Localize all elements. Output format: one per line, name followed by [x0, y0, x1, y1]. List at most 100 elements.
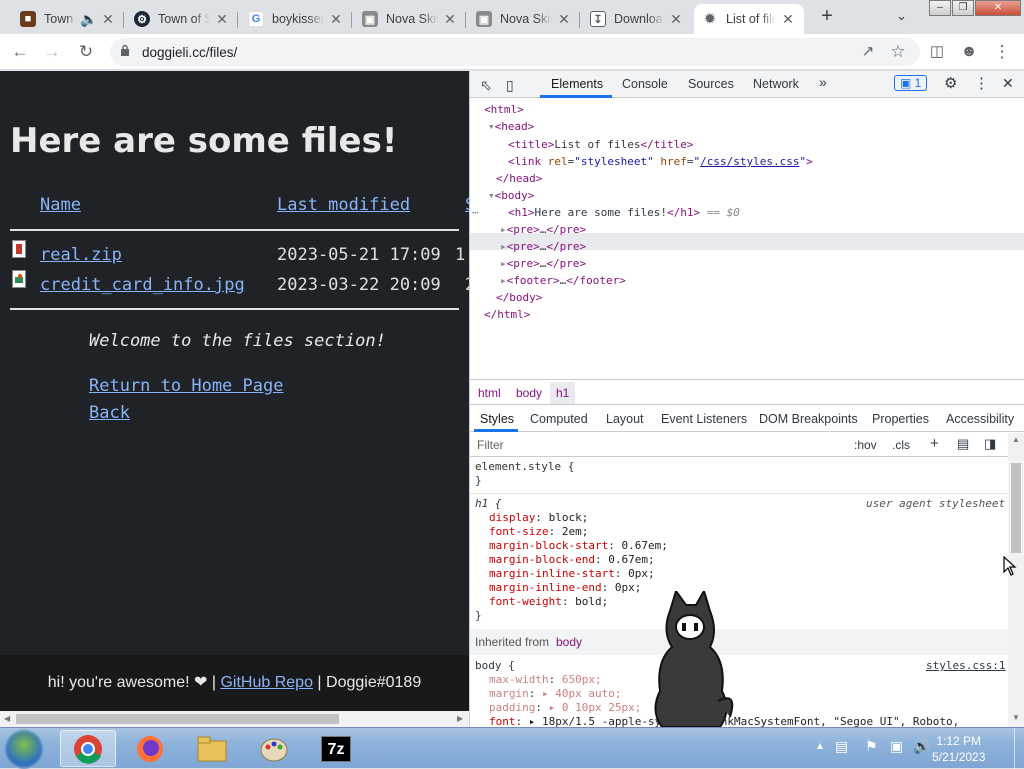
action-center-flag-icon[interactable]: ⚑: [865, 738, 878, 755]
file-link-credit-card-info[interactable]: credit_card_info.jpg: [40, 275, 245, 295]
dom-node[interactable]: <link rel="stylesheet" href="/css/styles…: [508, 153, 813, 170]
chrome-taskbar-icon[interactable]: [60, 730, 116, 767]
settings-gear-icon[interactable]: ⚙: [944, 74, 957, 92]
scroll-down-icon[interactable]: ▼: [1012, 713, 1020, 722]
issues-badge[interactable]: ▣ 1: [894, 75, 928, 91]
dom-node[interactable]: ▸<footer>…</footer>: [500, 272, 626, 289]
css-property[interactable]: margin-inline-start: 0px;: [489, 567, 655, 581]
firefox-taskbar-icon[interactable]: [122, 730, 178, 767]
close-tab-icon[interactable]: ✕: [668, 11, 684, 28]
show-desktop-button[interactable]: [1014, 728, 1024, 769]
dom-node[interactable]: ▸<pre>…</pre>: [500, 238, 586, 255]
address-bar[interactable]: doggieli.cc/files/: [110, 38, 920, 66]
github-repo-link[interactable]: GitHub Repo: [220, 674, 313, 691]
css-property[interactable]: margin: ▸ 40px auto;: [489, 687, 621, 701]
close-tab-icon[interactable]: ✕: [556, 11, 572, 28]
reload-icon[interactable]: ↻: [74, 40, 98, 64]
devtools-menu-icon[interactable]: ⋮: [974, 74, 989, 92]
profile-avatar-icon[interactable]: ☻: [957, 40, 981, 64]
7zip-taskbar-icon[interactable]: 7z: [308, 730, 364, 767]
monitor-tray-icon[interactable]: ▣: [890, 738, 903, 755]
close-devtools-icon[interactable]: ✕: [1002, 75, 1014, 92]
css-property[interactable]: margin-block-end: 0.67em;: [489, 553, 655, 567]
dom-node[interactable]: ▾<body>: [488, 187, 534, 204]
tab-sources[interactable]: Sources: [688, 77, 734, 91]
name-column-link[interactable]: Name: [40, 195, 81, 215]
close-tab-icon[interactable]: ✕: [214, 11, 230, 28]
stylesheet-link[interactable]: /css/styles.css: [700, 155, 799, 168]
breadcrumb-body[interactable]: body: [516, 386, 542, 400]
close-window-button[interactable]: ✕: [975, 0, 1021, 16]
back-link[interactable]: Back: [89, 403, 130, 423]
close-tab-icon[interactable]: ✕: [442, 11, 458, 28]
filter-input[interactable]: Filter: [477, 438, 504, 452]
new-tab-button[interactable]: +: [816, 6, 838, 28]
subtab-properties[interactable]: Properties: [872, 412, 929, 426]
return-home-link[interactable]: Return to Home Page: [89, 376, 283, 396]
new-style-rule-icon[interactable]: +: [930, 435, 939, 452]
speaker-icon[interactable]: 🔈: [80, 11, 97, 28]
dom-node[interactable]: </body>: [496, 289, 542, 306]
tab-boykisser[interactable]: G boykisser ✕: [240, 4, 352, 34]
body-selector[interactable]: body {: [475, 659, 515, 673]
cls-button[interactable]: .cls: [892, 438, 910, 452]
css-property[interactable]: padding: ▸ 0 10px 25px;: [489, 701, 641, 715]
tab-town-of-salem-2[interactable]: ⚙ Town of Salem 2 ✕: [126, 4, 238, 34]
dom-node[interactable]: </head>: [496, 170, 542, 187]
subtab-event-listeners[interactable]: Event Listeners: [661, 412, 747, 426]
scroll-right-icon[interactable]: ▶: [457, 714, 463, 723]
bookmark-star-icon[interactable]: ☆: [886, 40, 910, 64]
start-button[interactable]: [4, 729, 44, 769]
dom-node[interactable]: ▸<pre>…</pre>: [500, 221, 586, 238]
tab-elements[interactable]: Elements: [551, 77, 603, 91]
tab-search-icon[interactable]: ⌄: [896, 8, 907, 24]
minimize-button[interactable]: –: [929, 0, 951, 16]
hov-button[interactable]: :hov: [854, 438, 877, 452]
breadcrumb-h1[interactable]: h1: [550, 382, 576, 404]
share-icon[interactable]: ↗: [856, 40, 880, 64]
restore-button[interactable]: ❐: [952, 0, 974, 16]
file-explorer-taskbar-icon[interactable]: [184, 730, 240, 767]
subtab-accessibility[interactable]: Accessibility: [946, 412, 1014, 426]
paint-taskbar-icon[interactable]: [246, 730, 302, 767]
volume-icon[interactable]: 🔊: [913, 738, 930, 755]
dom-node[interactable]: ▸<pre>…</pre>: [500, 255, 586, 272]
styles-source-link[interactable]: styles.css:1: [926, 659, 1005, 673]
tab-list-of-files[interactable]: ✹ List of files ✕: [694, 4, 804, 34]
inspect-element-icon[interactable]: ⬁: [480, 77, 492, 94]
subtab-styles[interactable]: Styles: [480, 412, 514, 426]
back-arrow-icon[interactable]: ←: [8, 40, 32, 64]
css-property[interactable]: font-weight: bold;: [489, 595, 608, 609]
close-tab-icon[interactable]: ✕: [328, 11, 344, 28]
scrollbar-thumb[interactable]: [16, 714, 339, 724]
tab-town-of-salem[interactable]: ■ Town of Salem 🔈 ✕: [12, 4, 124, 34]
css-property[interactable]: font-size: 2em;: [489, 525, 588, 539]
h1-selector[interactable]: h1 {: [475, 497, 502, 511]
styles-vertical-scrollbar[interactable]: ▲ ▼: [1008, 433, 1024, 727]
system-clock[interactable]: 1:12 PM 5/21/2023: [932, 733, 985, 765]
last-modified-column-link[interactable]: Last modified: [277, 195, 410, 215]
device-toolbar-icon[interactable]: ▯: [506, 77, 514, 94]
network-tray-icon[interactable]: ▤: [835, 738, 848, 755]
scroll-up-icon[interactable]: ▲: [1012, 435, 1020, 444]
subtab-layout[interactable]: Layout: [606, 412, 644, 426]
dom-node-selected[interactable]: <h1>Here are some files!</h1> == $0: [508, 204, 740, 221]
dom-node[interactable]: </html>: [484, 306, 530, 323]
css-property[interactable]: display: block;: [489, 511, 588, 525]
paint-roller-icon[interactable]: ▤: [957, 436, 969, 452]
node-ellipsis-icon[interactable]: ⋯: [472, 204, 479, 221]
forward-arrow-icon[interactable]: →: [40, 40, 64, 64]
toggle-sidebar-icon[interactable]: ◨: [984, 436, 996, 452]
inherited-from-body[interactable]: body: [556, 635, 582, 649]
subtab-computed[interactable]: Computed: [530, 412, 588, 426]
scrollbar-thumb[interactable]: [1011, 463, 1021, 553]
element-style-rule[interactable]: element.style {: [475, 460, 574, 474]
show-hidden-icons[interactable]: ▲: [815, 741, 825, 752]
subtab-dom-breakpoints[interactable]: DOM Breakpoints: [759, 412, 858, 426]
css-property[interactable]: margin-inline-end: 0px;: [489, 581, 641, 595]
css-property[interactable]: max-width: 650px;: [489, 673, 602, 687]
dom-node[interactable]: ▾<head>: [488, 118, 534, 135]
scroll-left-icon[interactable]: ◀: [4, 714, 10, 723]
tab-nova-skin-2[interactable]: ▣ Nova Skin ✕: [468, 4, 580, 34]
dom-node[interactable]: <html>: [484, 101, 524, 118]
